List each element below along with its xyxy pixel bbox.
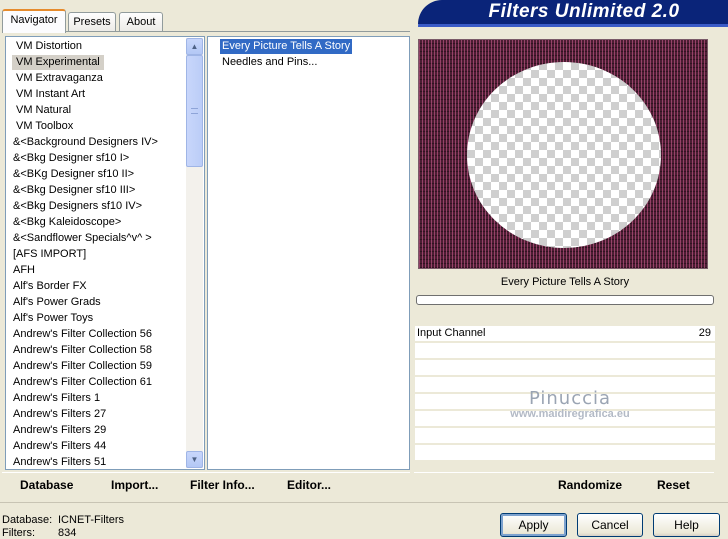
filter-item[interactable]: Every Picture Tells A Story: [220, 39, 353, 54]
category-item[interactable]: &<Bkg Kaleidoscope>: [13, 215, 121, 230]
category-item[interactable]: &<Bkg Designers sf10 IV>: [13, 199, 142, 214]
category-item[interactable]: Alf's Power Toys: [13, 311, 93, 326]
filter-item[interactable]: Needles and Pins...: [222, 55, 317, 70]
category-item[interactable]: VM Distortion: [16, 39, 82, 54]
apply-button[interactable]: Apply: [500, 513, 567, 537]
filters-count: 834: [58, 527, 77, 539]
tab-presets[interactable]: Presets: [68, 12, 116, 32]
selected-filter-name: Every Picture Tells A Story: [500, 276, 630, 288]
database-button[interactable]: Database: [20, 477, 73, 493]
app-title: Filters Unlimited 2.0: [488, 1, 680, 22]
editor-button[interactable]: Editor...: [287, 477, 331, 493]
param-row-empty: [415, 445, 715, 461]
category-item[interactable]: VM Instant Art: [16, 87, 85, 102]
category-item[interactable]: Andrew's Filter Collection 56: [13, 327, 152, 342]
footer-divider: [0, 502, 728, 503]
category-item[interactable]: &<Bkg Designer sf10 I>: [13, 151, 129, 166]
cancel-button[interactable]: Cancel: [577, 513, 643, 537]
category-item[interactable]: VM Toolbox: [16, 119, 73, 134]
category-item[interactable]: [AFS IMPORT]: [13, 247, 86, 262]
category-item[interactable]: Andrew's Filter Collection 58: [13, 343, 152, 358]
grip-icon: [191, 108, 198, 114]
category-item[interactable]: VM Natural: [16, 103, 71, 118]
category-item[interactable]: &<Background Designers IV>: [13, 135, 158, 150]
filters-label: Filters:: [2, 527, 35, 539]
database-value: ICNET-Filters: [58, 514, 124, 526]
category-item[interactable]: Alf's Border FX: [13, 279, 87, 294]
database-label: Database:: [2, 514, 53, 526]
category-item[interactable]: Andrew's Filters 44: [13, 439, 106, 454]
category-list[interactable]: VM Distortion VM Experimental VM Extravaga…: [5, 36, 205, 470]
category-item[interactable]: &<BKg Designer sf10 II>: [13, 167, 134, 182]
tab-about[interactable]: About: [119, 12, 163, 32]
category-item[interactable]: AFH: [13, 263, 35, 278]
param-row-empty: [415, 428, 715, 444]
param-row-empty: [415, 343, 715, 359]
filter-info-button[interactable]: Filter Info...: [190, 477, 255, 493]
param-row-empty: [415, 360, 715, 376]
category-item[interactable]: &<Bkg Designer sf10 III>: [13, 183, 135, 198]
category-item[interactable]: Andrew's Filters 29: [13, 423, 106, 438]
param-value: 29: [698, 327, 711, 339]
category-item[interactable]: Andrew's Filters 27: [13, 407, 106, 422]
scroll-up-button[interactable]: ▲: [186, 38, 203, 55]
category-item[interactable]: VM Extravaganza: [16, 71, 103, 86]
transparent-circle: [467, 62, 661, 248]
category-item[interactable]: Andrew's Filter Collection 59: [13, 359, 152, 374]
watermark-url: www.maidiregrafica.eu: [510, 408, 630, 420]
import-button[interactable]: Import...: [111, 477, 158, 493]
category-item[interactable]: Andrew's Filter Collection 61: [13, 375, 152, 390]
preview-image: [418, 39, 708, 269]
category-item[interactable]: VM Experimental: [12, 55, 104, 70]
category-item[interactable]: Alf's Power Grads: [13, 295, 101, 310]
scroll-thumb[interactable]: [186, 55, 203, 167]
randomize-button[interactable]: Randomize: [558, 477, 622, 493]
param-row-input-channel[interactable]: Input Channel 29: [415, 326, 715, 342]
scroll-down-button[interactable]: ▼: [186, 451, 203, 468]
param-label: Input Channel: [417, 327, 486, 339]
reset-button[interactable]: Reset: [657, 477, 690, 493]
watermark-name: Pinuccia: [528, 388, 612, 409]
category-scrollbar[interactable]: ▲ ▼: [186, 38, 203, 468]
category-item[interactable]: Andrew's Filters 51: [13, 455, 106, 470]
category-item[interactable]: &<Sandflower Specials^v^ >: [13, 231, 152, 246]
tab-navigator[interactable]: Navigator: [2, 9, 66, 33]
progress-bar: [416, 295, 714, 305]
filter-list[interactable]: Every Picture Tells A Story Needles and …: [207, 36, 410, 470]
category-item[interactable]: Andrew's Filters 1: [13, 391, 100, 406]
help-button[interactable]: Help: [653, 513, 720, 537]
